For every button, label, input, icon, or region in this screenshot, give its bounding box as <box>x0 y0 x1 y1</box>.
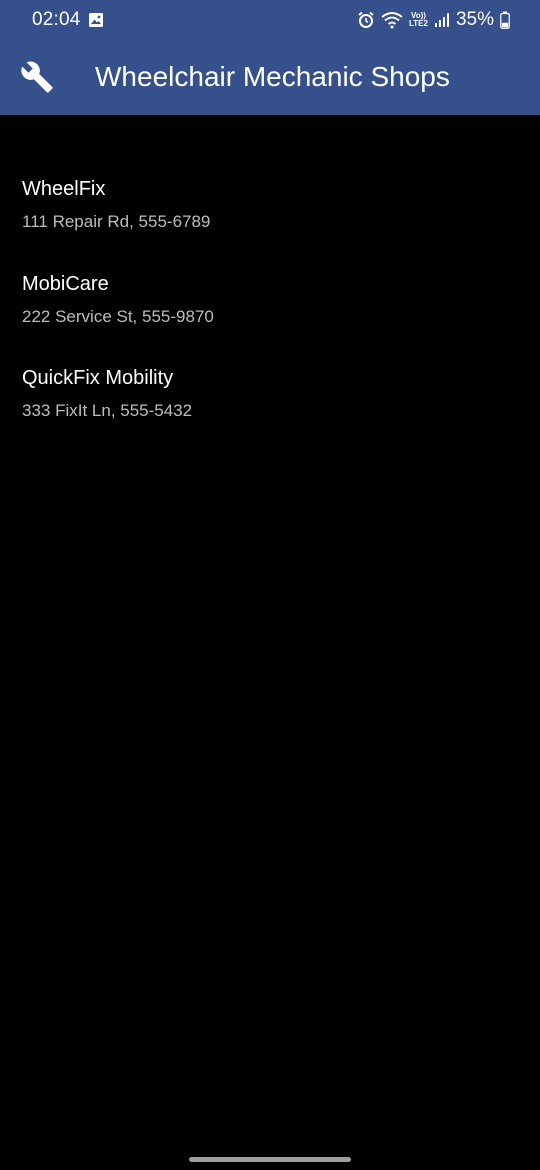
wrench-icon <box>20 60 54 94</box>
signal-icon <box>434 12 450 28</box>
page-title: Wheelchair Mechanic Shops <box>95 61 450 92</box>
shop-name: QuickFix Mobility <box>22 367 174 389</box>
screen: 02:04 Vo)) LTE2 35% Wheelchair Mechanic … <box>0 0 540 1170</box>
shop-address-phone: 222 Service St, 555-9870 <box>22 307 214 326</box>
shop-address-phone: 333 FixIt Ln, 555-5432 <box>22 401 193 420</box>
shop-name: WheelFix <box>22 178 106 200</box>
shop-address-phone: 111 Repair Rd, 555-6789 <box>22 212 211 231</box>
status-time: 02:04 <box>32 9 81 30</box>
gallery-icon <box>88 12 104 28</box>
list-item[interactable]: MobiCare 222 Service St, 555-9870 <box>0 273 540 363</box>
shop-name: MobiCare <box>22 273 109 295</box>
app-bar: 02:04 Vo)) LTE2 35% Wheelchair Mechanic … <box>0 0 540 115</box>
network-bottom-label: LTE2 <box>409 19 428 28</box>
wifi-icon <box>381 11 403 29</box>
list-item[interactable]: WheelFix 111 Repair Rd, 555-6789 <box>0 178 540 268</box>
status-right-group: Vo)) LTE2 35% <box>357 8 510 32</box>
status-bar: 02:04 Vo)) LTE2 35% <box>0 0 540 40</box>
alarm-icon <box>357 11 375 29</box>
list-item[interactable]: QuickFix Mobility 333 FixIt Ln, 555-5432 <box>0 367 540 457</box>
battery-percent: 35% <box>455 9 494 30</box>
home-indicator[interactable] <box>189 1157 351 1162</box>
network-type-icon: Vo)) LTE2 <box>409 12 428 28</box>
battery-icon <box>500 11 510 29</box>
